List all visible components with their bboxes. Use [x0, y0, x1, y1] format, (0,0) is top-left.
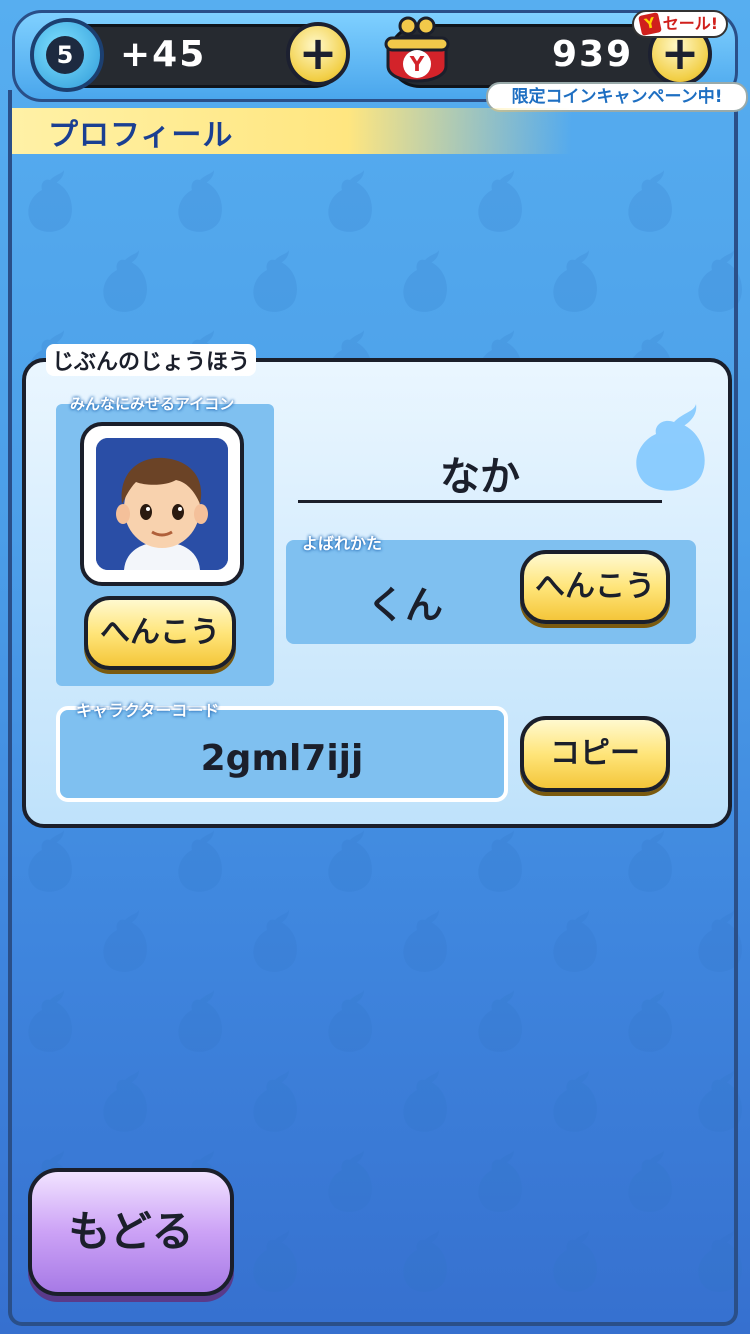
sale-tag[interactable]: Y セール! [632, 10, 728, 38]
stamina-level: 5 [46, 36, 84, 74]
boy-avatar-icon [96, 438, 228, 570]
honorific-value: くん [366, 583, 443, 627]
character-code-value: 2gml7ijj [200, 738, 364, 779]
stamina-icon: 5 [30, 18, 104, 92]
coin-purse-icon: Y [384, 16, 450, 83]
page-title: プロフィール [48, 118, 234, 153]
character-code-label: キャラクターコード [76, 701, 220, 720]
player-name[interactable]: なか [298, 444, 662, 502]
avatar-image [96, 438, 228, 570]
copy-button[interactable]: コピー [520, 716, 670, 792]
coin-value: 939 [552, 34, 634, 75]
honorific-label: よばれかた [302, 534, 383, 553]
add-stamina-button[interactable]: + [286, 22, 350, 86]
back-button[interactable]: もどる [28, 1168, 234, 1296]
profile-section-title: じぶんのじょうほう [46, 344, 257, 376]
stamina-value: +45 [120, 34, 207, 75]
spirit-blob-icon [636, 404, 705, 491]
change-honorific-button[interactable]: へんこう [520, 550, 670, 624]
sale-tag-label: セール! [662, 14, 718, 33]
icon-label: みんなにみせるアイコン [70, 395, 235, 413]
status-bar: 5 +45 + Y 939 + Y セール! 限定コインキャンペーン中! [0, 0, 750, 118]
avatar [80, 422, 244, 586]
sale-logo-icon: Y [638, 12, 662, 36]
profile-screen: 5 +45 + Y 939 + Y セール! 限定コインキャンペーン中! プロフ… [0, 0, 750, 1334]
name-underline [298, 500, 662, 503]
svg-text:Y: Y [409, 52, 425, 76]
change-icon-button[interactable]: へんこう [84, 596, 236, 670]
